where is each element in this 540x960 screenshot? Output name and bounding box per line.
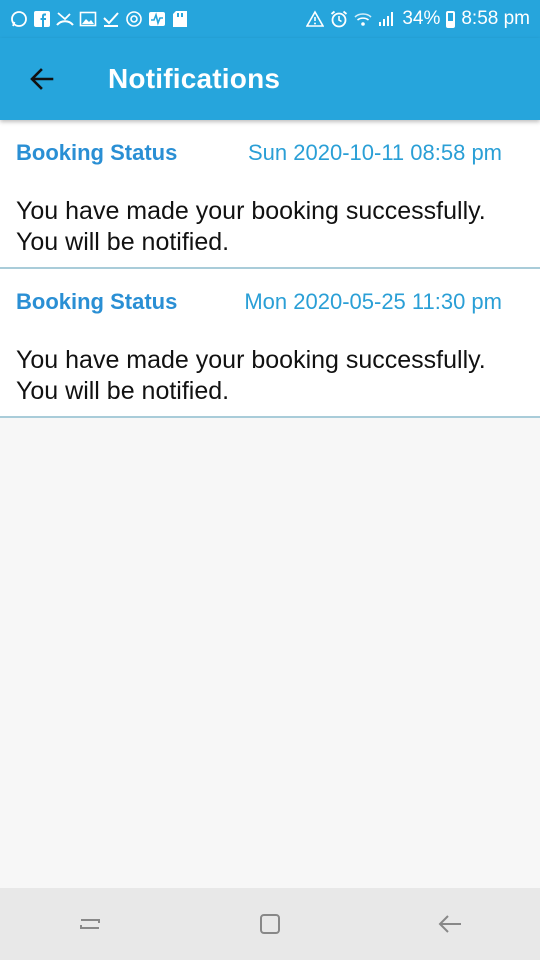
recent-apps-icon	[80, 919, 100, 929]
nav-back-button[interactable]	[426, 900, 474, 948]
image-icon	[79, 10, 97, 28]
clock: 8:58 pm	[461, 8, 530, 29]
system-nav-bar	[0, 888, 540, 960]
status-right: 34% 8:58 pm	[306, 8, 530, 30]
home-button[interactable]	[246, 900, 294, 948]
sd-card-icon	[171, 10, 189, 28]
notification-message: You have made your booking successfully.…	[16, 197, 486, 256]
recent-apps-button[interactable]	[66, 900, 114, 948]
activity-icon	[148, 10, 166, 28]
notification-message: You have made your booking successfully.…	[16, 346, 486, 405]
back-button[interactable]	[14, 51, 70, 107]
back-icon	[438, 915, 461, 933]
sync-icon	[125, 10, 143, 28]
whatsapp-icon	[10, 10, 28, 28]
signal-icon	[378, 10, 396, 28]
battery-icon	[446, 10, 456, 28]
battery-percent: 34%	[402, 8, 441, 29]
status-bar: 34% 8:58 pm	[0, 0, 540, 38]
status-icons	[10, 10, 189, 28]
alert-icon	[306, 10, 325, 28]
wifi-icon	[354, 10, 372, 28]
notification-item[interactable]: Booking Status Sun 2020-10-11 08:58 pm Y…	[0, 120, 540, 269]
notification-item[interactable]: Booking Status Mon 2020-05-25 11:30 pm Y…	[0, 269, 540, 418]
notification-date: Sun 2020-10-11 08:58 pm	[248, 140, 502, 165]
notification-title: Booking Status	[16, 140, 178, 165]
notification-list: Booking Status Sun 2020-10-11 08:58 pm Y…	[0, 120, 540, 418]
app-bar: Notifications	[0, 38, 540, 120]
notification-date: Mon 2020-05-25 11:30 pm	[244, 289, 502, 314]
facebook-icon	[33, 10, 51, 28]
arrow-back-icon	[30, 68, 54, 90]
check-download-icon	[102, 10, 120, 28]
page-title: Notifications	[108, 63, 281, 94]
missed-call-icon	[56, 10, 74, 28]
notification-title: Booking Status	[16, 289, 178, 314]
home-icon	[260, 914, 280, 934]
alarm-icon	[330, 10, 348, 28]
